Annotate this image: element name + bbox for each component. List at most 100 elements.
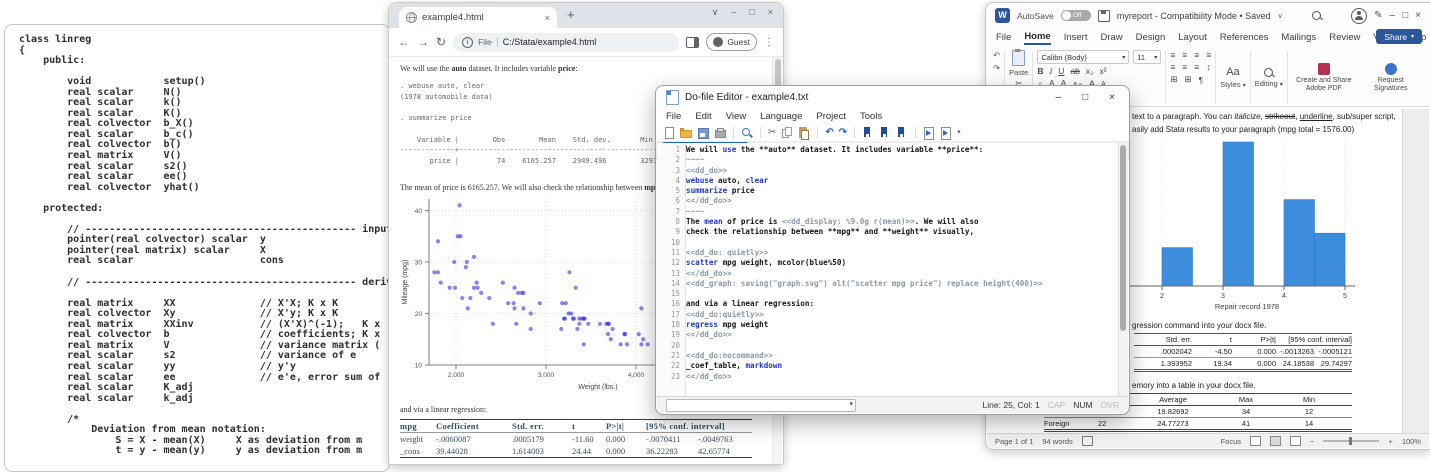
close-button[interactable]: × [768, 7, 773, 18]
strikethrough-button[interactable]: ab [1070, 66, 1079, 76]
redo-icon[interactable]: ↷ [839, 127, 847, 139]
zoom-in-icon[interactable]: + [1388, 437, 1392, 446]
minimize-button[interactable]: – [731, 7, 736, 18]
editor-line[interactable]: <<dd_do:quietly>> [686, 310, 1118, 320]
font-size-select[interactable]: 11▾ [1133, 50, 1161, 64]
tab-references[interactable]: References [1220, 32, 1269, 43]
web-layout-icon[interactable] [1290, 436, 1301, 446]
search-icon[interactable] [1312, 11, 1321, 20]
editor-line[interactable]: <<dd_do>> [686, 166, 1118, 176]
title-caret-icon[interactable]: ∨ [1278, 12, 1283, 20]
numbering-button[interactable]: ≡ [1182, 50, 1187, 60]
proofing-icon[interactable] [1082, 436, 1093, 446]
indent-buttons[interactable]: ≡ [1206, 50, 1211, 60]
side-panel-icon[interactable] [686, 37, 699, 48]
focus-button[interactable]: Focus [1221, 437, 1241, 446]
autosave-toggle[interactable]: Off [1061, 10, 1091, 21]
adobe-create-label[interactable]: Create and Share Adobe PDF [1292, 77, 1356, 93]
editor-line[interactable]: check the relationship between **mpg** a… [686, 227, 1118, 237]
editor-scrollbar[interactable] [1118, 143, 1128, 397]
tab-close-icon[interactable]: × [545, 13, 550, 23]
tab-file[interactable]: File [996, 32, 1011, 43]
borders-button[interactable]: ⊞ [1184, 74, 1191, 85]
editor-line[interactable] [686, 289, 1118, 299]
editor-line[interactable]: regress mpg weight [686, 320, 1118, 330]
back-icon[interactable]: ← [398, 36, 410, 48]
tab-home[interactable]: Home [1024, 31, 1050, 45]
do-icon[interactable] [923, 127, 935, 139]
find-icon[interactable] [741, 127, 753, 139]
editor-line[interactable]: ~~~~ [686, 155, 1118, 165]
styles-icon[interactable]: Aa [1226, 66, 1239, 78]
info-icon[interactable] [462, 37, 473, 48]
print-icon[interactable] [714, 127, 726, 139]
editor-scrollbar-thumb[interactable] [1120, 145, 1126, 331]
editor-line[interactable] [686, 238, 1118, 248]
share-button[interactable]: Share▾ [1376, 29, 1422, 44]
bold-button[interactable]: B [1037, 66, 1043, 76]
word-maximize-button[interactable]: □ [1402, 10, 1408, 21]
editor-area[interactable]: 1234567891011121314151617181920212223 We… [657, 143, 1128, 397]
multilevel-button[interactable]: ≡ [1194, 50, 1199, 60]
word-count[interactable]: 94 words [1042, 437, 1072, 446]
save-file-icon[interactable] [697, 127, 709, 139]
pilcrow-button[interactable]: ¶ [1199, 75, 1204, 85]
profile-button[interactable]: Guest [706, 33, 757, 51]
tab-mailings[interactable]: Mailings [1281, 32, 1316, 43]
subscript-button[interactable]: x₂ [1086, 66, 1094, 76]
tab-review[interactable]: Review [1329, 32, 1360, 43]
menu-project[interactable]: Project [816, 111, 846, 122]
word-close-button[interactable]: × [1415, 10, 1421, 21]
line-spacing-button[interactable]: ↕ [1206, 62, 1210, 72]
editing-label[interactable]: Editing ▾ [1255, 79, 1283, 88]
open-file-icon[interactable] [680, 127, 692, 139]
align-left-button[interactable]: ≡ [1170, 62, 1175, 72]
editor-minimize-button[interactable]: – [1056, 92, 1062, 103]
editor-line[interactable]: and via a linear regression: [686, 299, 1118, 309]
editor-line[interactable]: <<dd_do: quietly>> [686, 248, 1118, 258]
editor-line[interactable]: We will use the **auto** dataset. It inc… [686, 145, 1118, 155]
undo-icon[interactable]: ↶ [993, 50, 1000, 61]
paste-icon[interactable] [1012, 50, 1025, 66]
editor-line[interactable]: ~~~~ [686, 207, 1118, 217]
tab-insert[interactable]: Insert [1064, 32, 1088, 43]
styles-label[interactable]: Styles ▾ [1220, 80, 1246, 89]
toolbar-caret-icon[interactable]: ▾ [957, 127, 961, 139]
editor-maximize-button[interactable]: □ [1082, 92, 1088, 103]
new-tab-button[interactable]: + [567, 7, 575, 22]
menu-tools[interactable]: Tools [860, 111, 882, 122]
editor-line[interactable] [686, 341, 1118, 351]
pencil-icon[interactable]: ✎ [1374, 10, 1382, 21]
editor-line[interactable]: <</dd_do>> [686, 372, 1118, 382]
font-name-select[interactable]: Calibri (Body)▾ [1037, 50, 1129, 64]
browser-menu-icon[interactable]: ⋮ [764, 37, 774, 48]
print-layout-icon[interactable] [1270, 436, 1281, 446]
zoom-slider[interactable] [1323, 440, 1379, 442]
zoom-out-icon[interactable]: − [1310, 437, 1314, 446]
editor-line[interactable]: <<dd_do:nocommand>> [686, 351, 1118, 361]
paste-label[interactable]: Paste [1009, 68, 1028, 77]
browser-tab[interactable]: example4.html × [399, 7, 557, 28]
reload-icon[interactable]: ↻ [436, 36, 446, 48]
superscript-button[interactable]: x² [1099, 66, 1106, 76]
cut-icon[interactable]: ✂ [768, 127, 776, 139]
bookmark-toggle-icon[interactable] [879, 127, 891, 139]
window-caret-icon[interactable]: ∨ [712, 7, 719, 18]
new-file-icon[interactable] [663, 127, 675, 139]
save-icon[interactable] [1098, 10, 1110, 22]
editor-line[interactable]: scatter mpg weight, mcolor(blue%50) [686, 258, 1118, 268]
bullets-button[interactable]: ≡ [1170, 50, 1175, 60]
page-indicator[interactable]: Page 1 of 1 [995, 437, 1033, 446]
menu-language[interactable]: Language [760, 111, 802, 122]
shading-button[interactable]: ⊞ [1170, 74, 1177, 85]
editor-line[interactable]: The mean of price is <<dd_display: %9.0g… [686, 217, 1118, 227]
italic-button[interactable]: I [1049, 66, 1052, 76]
editor-combobox[interactable] [666, 399, 856, 412]
tab-design[interactable]: Design [1136, 32, 1166, 43]
menu-edit[interactable]: Edit [695, 111, 711, 122]
editor-line[interactable]: summarize price [686, 186, 1118, 196]
editor-line[interactable]: _coef_table, markdown [686, 361, 1118, 371]
redo-icon[interactable]: ↷ [993, 63, 1000, 74]
request-signatures-label[interactable]: Request Signatures [1362, 77, 1420, 93]
tab-draw[interactable]: Draw [1100, 32, 1122, 43]
